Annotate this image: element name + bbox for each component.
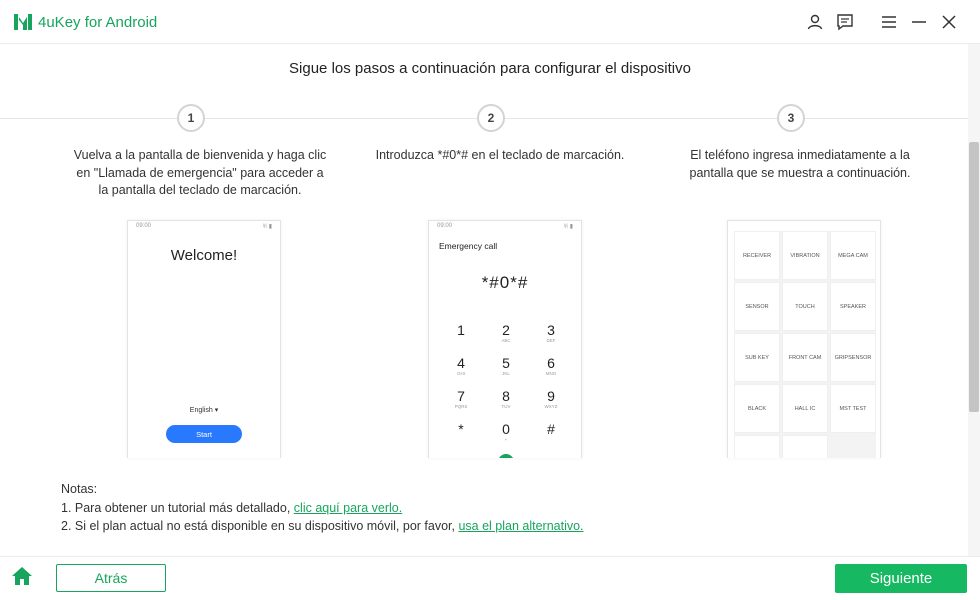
test-cell: VIBRATION — [782, 231, 828, 280]
test-cell: SUB KEY — [734, 333, 780, 382]
keypad-key: # — [547, 421, 555, 437]
scrollbar-thumb[interactable] — [969, 142, 979, 412]
test-cell: HALL IC — [782, 384, 828, 433]
tutorial-link[interactable]: clic aquí para verlo. — [294, 501, 402, 515]
keypad-key: 8 TUV — [501, 388, 511, 410]
step-number-1: 1 — [177, 104, 205, 132]
notes-section: Notas: 1. Para obtener un tutorial más d… — [61, 480, 584, 536]
test-cell: MST TEST — [830, 384, 876, 433]
phone-welcome-screen: 09:00 ⁸⁄ₗ ▮ Welcome! English ▾ Start — [127, 220, 281, 458]
test-cell: MEGA CAM — [830, 231, 876, 280]
keypad-key: 9 WXYZ — [544, 388, 558, 410]
alternative-plan-link[interactable]: usa el plan alternativo. — [458, 519, 583, 533]
step-description-3: El teléfono ingresa inmediatamente a la … — [689, 148, 911, 180]
test-cell: SENSOR — [734, 282, 780, 331]
user-icon[interactable] — [805, 12, 825, 32]
app-logo: 4uKey for Android — [12, 11, 157, 33]
test-cell: BLACK — [734, 384, 780, 433]
close-icon[interactable] — [939, 12, 959, 32]
phone-test-menu-screen: RECEIVER VIBRATION MEGA CAM SENSOR TOUCH… — [727, 220, 881, 458]
menu-icon[interactable] — [879, 12, 899, 32]
test-cell: TOUCH — [782, 282, 828, 331]
phone-dialer-screen: 09:00 ⁸⁄ₗ ▮ Emergency call *#0*# 1 2 ABC … — [428, 220, 582, 458]
keypad-key: 3 DEF — [546, 322, 556, 344]
dialed-code: *#0*# — [481, 273, 529, 292]
test-cell: RECEIVER — [734, 231, 780, 280]
minimize-icon[interactable] — [909, 12, 929, 32]
keypad-key: 5 JKL — [502, 355, 510, 377]
test-cell: FRONT CAM — [782, 333, 828, 382]
language-selector: English ▾ — [128, 406, 280, 414]
call-button-icon — [498, 454, 514, 458]
step-number-3: 3 — [777, 104, 805, 132]
test-cell: SPEAKER — [830, 282, 876, 331]
keypad-key: * — [458, 421, 464, 437]
title-bar: 4uKey for Android — [0, 0, 980, 44]
page-title: Sigue los pasos a continuación para conf… — [289, 60, 691, 77]
home-icon[interactable] — [10, 564, 34, 588]
step-number-2: 2 — [477, 104, 505, 132]
keypad-key: 7 PQRS — [454, 388, 468, 410]
note-1-text: 1. Para obtener un tutorial más detallad… — [61, 500, 294, 515]
test-cell — [782, 435, 828, 458]
step-description-1: Vuelva a la pantalla de bienvenida y hag… — [73, 148, 327, 197]
dropdown-arrow-icon: ▾ — [214, 407, 219, 414]
status-bar: 09:00 ⁸⁄ₗ ▮ — [128, 221, 280, 233]
app-title: 4uKey for Android — [38, 13, 158, 31]
emergency-call-title: Emergency call — [439, 241, 498, 251]
language-label: English — [189, 407, 213, 414]
status-bar: 09:00 ⁸⁄ₗ ▮ — [429, 221, 581, 233]
next-button[interactable]: Siguiente — [835, 564, 967, 593]
status-icons: ⁸⁄ₗ ▮ — [563, 224, 574, 230]
status-time: 09:00 — [437, 223, 453, 229]
keypad-key: 6 MNO — [545, 355, 557, 377]
note-2-text: 2. Si el plan actual no está disponible … — [61, 519, 459, 533]
app-logo-icon — [14, 14, 32, 30]
start-button: Start — [166, 425, 242, 443]
status-icons: ⁸⁄ₗ ▮ — [262, 224, 273, 230]
welcome-heading: Welcome! — [170, 247, 238, 264]
keypad-key: 0 + — [502, 421, 510, 443]
test-cell: GRIPSENSOR — [830, 333, 876, 382]
step-description-2: Introduzca *#0*# en el teclado de marcac… — [375, 148, 625, 162]
back-button[interactable]: Atrás — [56, 564, 166, 592]
feedback-icon[interactable] — [835, 12, 855, 32]
keypad-key: 2 ABC — [501, 322, 511, 344]
test-cell — [734, 435, 780, 458]
keypad-key: 1 — [457, 322, 465, 338]
notes-heading: Notas: — [61, 482, 98, 496]
note-item-1: 1. Para obtener un tutorial más detallad… — [61, 499, 584, 518]
note-item-2: 2. Si el plan actual no está disponible … — [61, 517, 584, 536]
status-time: 09:00 — [136, 223, 152, 229]
keypad-key: 4 GHI — [456, 355, 465, 377]
